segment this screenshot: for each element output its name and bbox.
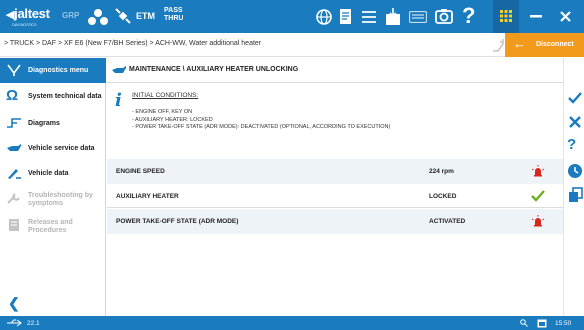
action-column: ? [563,58,584,316]
connections-icon[interactable] [88,8,108,26]
thru-label: THRU [164,15,184,22]
conditions-title: INITIAL CONDITIONS: [132,92,199,99]
sidebar-item-label: Releases and Procedures [28,218,73,234]
apps-button[interactable] [493,0,519,33]
param-row-engine-speed: ENGINE SPEED 224 rpm [107,159,563,184]
disconnect-label: Disconnect [536,41,574,48]
calendar-icon [537,319,547,328]
sidebar-item-diagrams[interactable]: Diagrams [0,111,106,136]
pass-label: PASS [164,7,183,14]
close-button[interactable] [552,0,580,33]
sidebar-item-diagnostics-menu[interactable]: Diagnostics menu [0,58,106,83]
breadcrumb-bar: > TRUCK > DAF > XF E6 (New F7/BH Series)… [0,33,584,57]
condition-line: - AUXILIARY HEATER: LOCKED [132,116,213,123]
param-row-pto-state: POWER TAKE-OFF STATE (ADR MODE) ACTIVATE… [107,209,563,234]
oil-can-icon [7,144,21,151]
sidebar-item-troubleshooting[interactable]: Troubleshooting by symptoms [0,186,106,213]
cross-icon[interactable] [567,114,583,130]
globe-icon[interactable] [316,9,332,25]
plug-icon [493,39,504,52]
book-icon [9,219,19,231]
jaltest-logo: ◀jaltest DIAGNOSTICS [6,6,50,27]
ohm-icon: Ω [6,87,19,104]
pass-thru-button[interactable]: PASS THRU [164,7,183,23]
disconnect-button[interactable]: ← Disconnect [505,33,584,57]
info-icon: i [115,90,122,111]
etm-button[interactable]: ETM [136,11,155,21]
breadcrumb: > TRUCK > DAF > XF E6 (New F7/BH Series)… [4,40,262,47]
jaltest-window: ◀jaltest DIAGNOSTICS GRP ETM PASS THRU ?… [0,0,584,330]
alarm-icon [531,165,545,177]
keyboard-icon[interactable] [409,11,427,23]
list-icon[interactable] [361,9,377,25]
param-name: AUXILIARY HEATER [116,193,179,200]
conditions-list: - ENGINE OFF, KEY ON - AUXILIARY HEATER:… [132,109,390,132]
param-value: ACTIVATED [429,218,466,225]
diagnostics-icon [7,64,21,76]
sidebar-item-releases-procedures[interactable]: Releases and Procedures [0,213,106,240]
sidebar-item-label: Diagrams [28,119,60,127]
condition-line: - POWER TAKE-OFF STATE (ADR MODE): DEACT… [132,124,391,130]
diagram-icon [7,118,21,128]
close-icon [560,11,571,22]
alarm-icon [531,215,545,227]
sidebar-item-system-technical-data[interactable]: Ω System technical data [0,83,106,110]
sidebar: Diagnostics menu Ω System technical data… [0,58,106,316]
help-icon[interactable]: ? [462,3,475,29]
sidebar-item-vehicle-data[interactable]: Vehicle data [0,161,106,186]
clock-icon[interactable] [567,163,583,179]
apps-icon [500,10,512,22]
param-row-auxiliary-heater: AUXILIARY HEATER LOCKED [107,184,563,209]
clock-time: 15:50 [555,320,572,327]
search-icon[interactable] [520,319,528,327]
question-icon[interactable]: ? [567,136,583,153]
sidebar-item-label: Diagnostics menu [28,66,89,74]
sidebar-item-label: Troubleshooting by symptoms [28,191,93,207]
procedure-panel: MAINTENANCE \ AUXILIARY HEATER UNLOCKING… [107,58,563,316]
usb-icon [7,319,22,327]
collapse-sidebar-button[interactable]: ❮ [8,295,20,312]
logo-subtitle: DIAGNOSTICS [12,22,37,27]
status-bar: 22.1 15:50 [0,316,584,330]
param-name: ENGINE SPEED [116,168,165,175]
document-icon[interactable] [339,8,353,26]
grp-button[interactable]: GRP [62,11,79,20]
oil-can-icon [112,66,126,73]
minimize-button[interactable] [525,0,547,33]
sidebar-item-label: System technical data [28,92,102,100]
minimize-icon [530,15,542,18]
param-name: POWER TAKE-OFF STATE (ADR MODE) [116,218,239,225]
sidebar-item-vehicle-service-data[interactable]: Vehicle service data [0,136,106,161]
param-value: 224 rpm [429,168,454,175]
check-icon[interactable] [567,90,583,106]
camera-icon[interactable] [435,8,453,24]
sidebar-item-label: Vehicle service data [28,144,95,152]
param-value: LOCKED [429,193,457,200]
arrow-left-icon: ← [513,36,526,51]
procedure-header: MAINTENANCE \ AUXILIARY HEATER UNLOCKING [107,58,563,83]
wrench-icon [7,193,20,204]
procedure-title: MAINTENANCE \ AUXILIARY HEATER UNLOCKING [129,66,299,73]
top-toolbar: ◀jaltest DIAGNOSTICS GRP ETM PASS THRU ? [0,0,584,33]
save-icon[interactable] [385,8,401,26]
logo-brand: jaltest [14,6,50,21]
version-label: 22.1 [27,320,40,327]
check-icon [531,190,545,202]
copy-icon[interactable] [567,187,583,203]
condition-line: - ENGINE OFF, KEY ON [132,109,193,115]
gauge-icon [8,169,21,179]
satellite-icon[interactable] [114,7,132,25]
sidebar-item-label: Vehicle data [28,169,69,177]
